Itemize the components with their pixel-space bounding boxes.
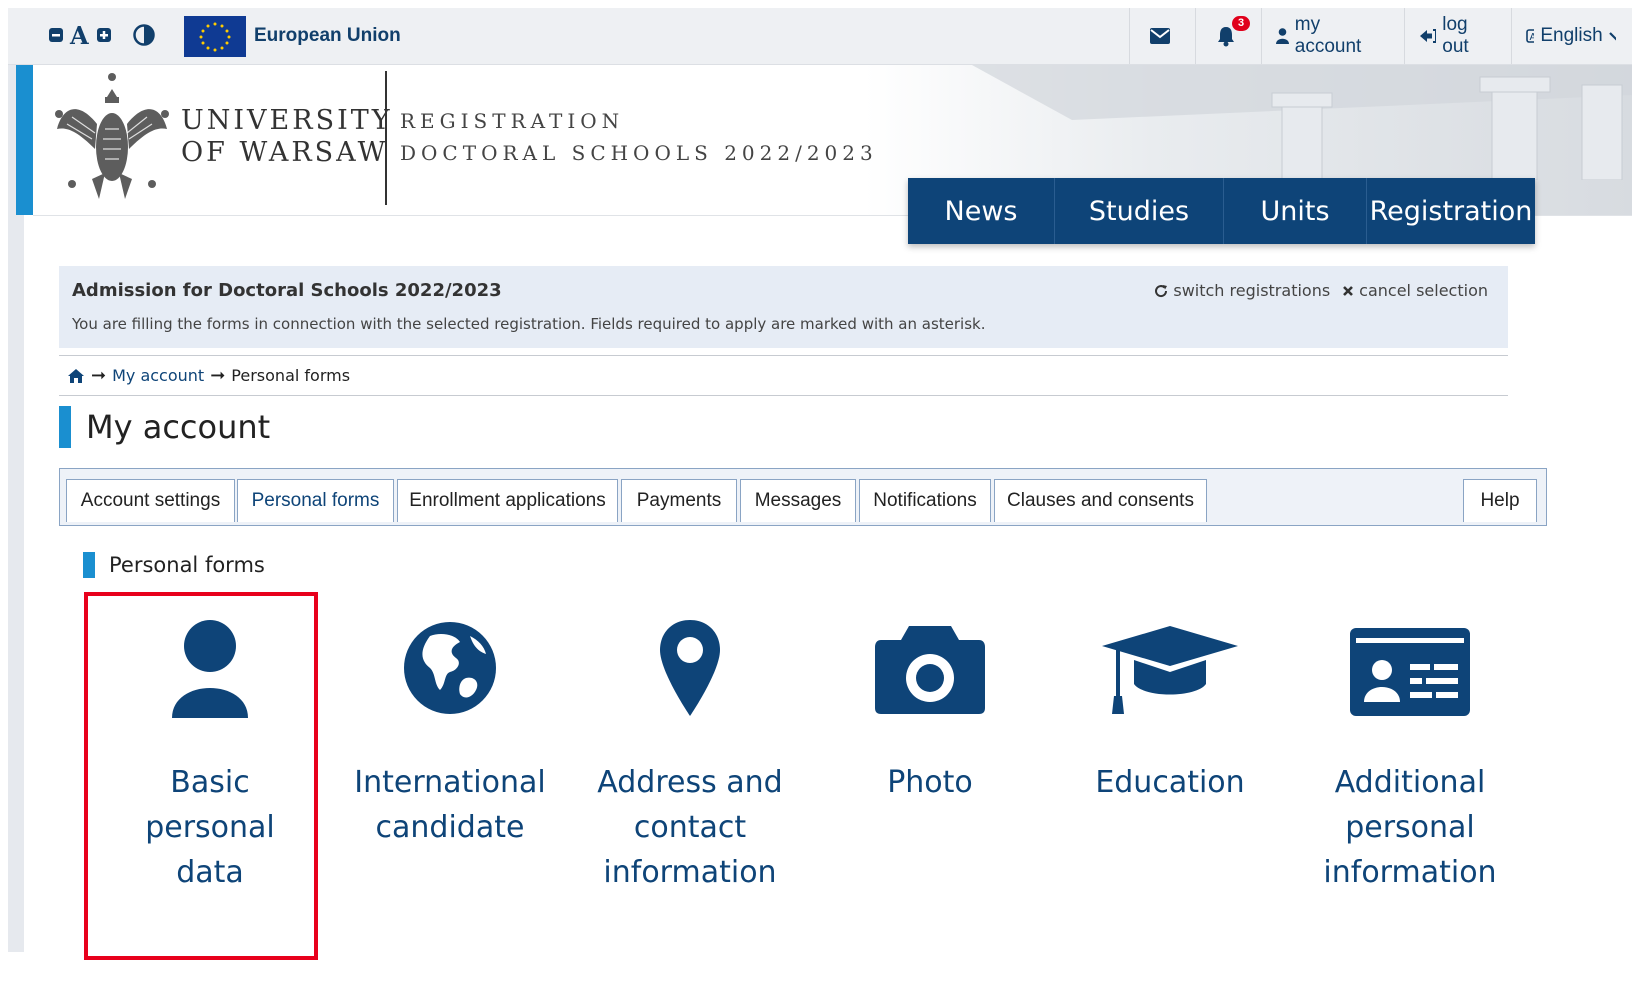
tile-label: Additional personal information xyxy=(1290,760,1530,895)
camera-icon xyxy=(810,618,1050,718)
map-marker-icon xyxy=(570,618,810,718)
sign-out-icon xyxy=(1420,29,1437,43)
registration-title-line1: REGISTRATION xyxy=(400,109,625,133)
tile-label-line2: candidate xyxy=(375,810,525,845)
my-account-label: my account xyxy=(1294,14,1362,57)
home-icon xyxy=(68,368,84,383)
log-out-link[interactable]: log out xyxy=(1404,8,1511,64)
tile-label-line1: Additional xyxy=(1334,765,1486,800)
tab-clauses-and-consents[interactable]: Clauses and consents xyxy=(994,479,1207,522)
my-account-link[interactable]: my account xyxy=(1261,8,1404,64)
registration-info-title: Admission for Doctoral Schools 2022/2023 xyxy=(72,280,502,301)
registration-actions: switch registrations cancel selection xyxy=(1154,281,1488,300)
section-title: Personal forms xyxy=(83,552,265,578)
language-label: English xyxy=(1540,25,1603,46)
language-icon: A xyxy=(1526,29,1535,43)
tab-messages[interactable]: Messages xyxy=(740,479,856,522)
tile-address-and-contact[interactable]: Address and contact information xyxy=(570,588,810,918)
registration-title-line2: DOCTORAL SCHOOLS 2022/2023 xyxy=(400,141,878,165)
registration-info-text: You are filling the forms in connection … xyxy=(72,315,986,333)
chevron-down-icon xyxy=(1608,32,1616,41)
notification-badge: 3 xyxy=(1232,16,1250,31)
tile-international-candidate[interactable]: International candidate xyxy=(330,588,570,918)
top-bar: A European Union 3 my account log out A … xyxy=(8,8,1632,65)
refresh-icon xyxy=(1155,284,1168,297)
notifications-button[interactable]: 3 xyxy=(1195,8,1261,64)
tile-education[interactable]: Education xyxy=(1050,588,1290,918)
bell-icon xyxy=(1217,27,1234,47)
contrast-button[interactable] xyxy=(132,22,156,48)
globe-icon xyxy=(330,618,570,718)
university-name-line1: UNIVERSITY xyxy=(181,105,393,136)
tab-account-settings[interactable]: Account settings xyxy=(66,479,235,522)
envelope-icon xyxy=(1149,28,1170,44)
breadcrumb-arrow-icon: ➞ xyxy=(210,365,226,386)
tile-label: Photo xyxy=(810,760,1050,805)
tile-label: Address and contact information xyxy=(570,760,810,895)
tile-label-line2: contact xyxy=(633,810,747,845)
tile-label-line1: International xyxy=(354,765,546,800)
breadcrumb-my-account[interactable]: My account xyxy=(112,366,204,385)
cancel-selection-label: cancel selection xyxy=(1359,281,1488,300)
accent-bar xyxy=(16,65,33,215)
registration-info-box: Admission for Doctoral Schools 2022/2023… xyxy=(59,266,1508,348)
graduation-cap-icon xyxy=(1050,618,1290,718)
font-normal-button[interactable]: A xyxy=(70,20,89,50)
nav-studies[interactable]: Studies xyxy=(1055,178,1224,244)
building-columns-image xyxy=(972,65,1632,180)
tile-label-line3: information xyxy=(1323,855,1497,890)
tile-label: Education xyxy=(1050,760,1290,805)
nav-units[interactable]: Units xyxy=(1224,178,1367,244)
font-larger-button[interactable] xyxy=(96,22,112,48)
language-select[interactable]: A English xyxy=(1511,8,1632,64)
tile-label-line2: personal xyxy=(1345,810,1475,845)
breadcrumb-personal-forms: Personal forms xyxy=(231,366,351,385)
id-card-icon xyxy=(1290,618,1530,718)
tile-photo[interactable]: Photo xyxy=(810,588,1050,918)
breadcrumb: ➞ My account ➞ Personal forms xyxy=(59,355,1508,396)
tab-help[interactable]: Help xyxy=(1463,479,1537,522)
font-normal-label: A xyxy=(70,20,89,50)
contrast-icon xyxy=(133,24,155,46)
switch-registrations-label: switch registrations xyxy=(1173,281,1331,300)
header-divider xyxy=(385,71,387,205)
tab-notifications[interactable]: Notifications xyxy=(859,479,991,522)
svg-text:A: A xyxy=(1530,32,1535,43)
font-smaller-button[interactable] xyxy=(48,22,64,48)
log-out-label: log out xyxy=(1442,14,1469,57)
university-eagle-logo xyxy=(55,73,169,199)
university-name-line2: OF WARSAW xyxy=(181,137,389,168)
times-icon xyxy=(1343,285,1354,296)
tab-payments[interactable]: Payments xyxy=(621,479,737,522)
nav-registration[interactable]: Registration xyxy=(1367,178,1535,244)
top-bar-right: 3 my account log out A English xyxy=(1129,8,1632,64)
eu-stars xyxy=(199,22,231,52)
tile-label-line3: information xyxy=(603,855,777,890)
selection-highlight xyxy=(84,592,318,960)
left-strip xyxy=(8,65,33,952)
user-small-icon xyxy=(1276,28,1289,44)
tab-enrollment-applications[interactable]: Enrollment applications xyxy=(397,479,618,522)
eu-flag-icon xyxy=(184,16,246,57)
page-title: My account xyxy=(59,406,270,448)
tab-personal-forms[interactable]: Personal forms xyxy=(237,479,394,522)
tile-label-line1: Photo xyxy=(887,765,973,800)
main-nav: News Studies Units Registration xyxy=(908,178,1535,244)
plus-square-icon xyxy=(97,28,111,42)
account-tabs: Account settings Personal forms Enrollme… xyxy=(59,468,1547,526)
registration-title: REGISTRATION DOCTORAL SCHOOLS 2022/2023 xyxy=(400,105,878,169)
university-name: UNIVERSITY OF WARSAW xyxy=(181,105,393,169)
home-link[interactable] xyxy=(67,368,85,384)
breadcrumb-arrow-icon: ➞ xyxy=(91,365,107,386)
minus-square-icon xyxy=(49,28,63,42)
tile-label: International candidate xyxy=(330,760,570,850)
eu-label: European Union xyxy=(254,25,401,46)
tile-label-line1: Address and xyxy=(597,765,783,800)
nav-news[interactable]: News xyxy=(908,178,1055,244)
messages-button[interactable] xyxy=(1129,8,1195,64)
tile-label-line1: Education xyxy=(1095,765,1245,800)
switch-registrations-link[interactable]: switch registrations xyxy=(1154,281,1330,300)
tile-additional-personal-info[interactable]: Additional personal information xyxy=(1290,588,1530,918)
cancel-selection-link[interactable]: cancel selection xyxy=(1342,281,1488,300)
